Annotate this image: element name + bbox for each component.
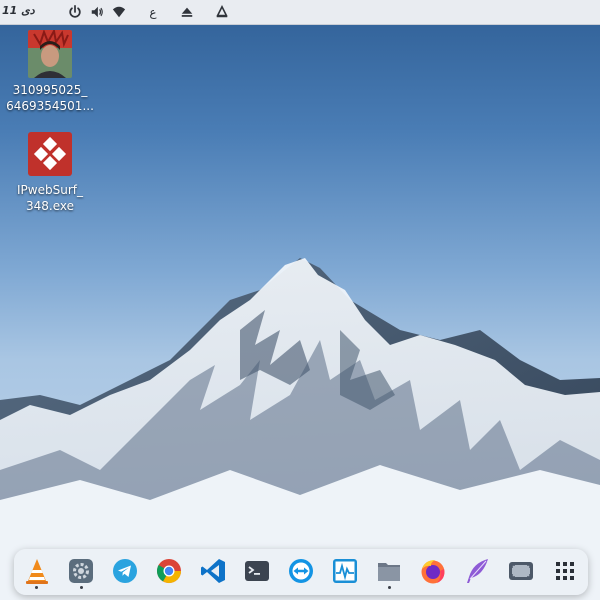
chrome-icon[interactable] <box>155 557 183 585</box>
volume-icon[interactable] <box>89 4 105 20</box>
wifi-icon[interactable] <box>111 4 127 20</box>
settings-icon[interactable] <box>67 557 95 585</box>
dock <box>14 549 588 595</box>
power-icon[interactable] <box>67 4 83 20</box>
desktop-icon-label: IPwebSurf_ 348.exe <box>17 183 83 213</box>
top-panel: 11 دی ع <box>0 0 600 25</box>
files-icon[interactable] <box>375 557 403 585</box>
firefox-icon[interactable] <box>419 557 447 585</box>
vlc-icon[interactable] <box>23 557 51 585</box>
launcher-icon[interactable] <box>214 4 230 20</box>
vscode-icon[interactable] <box>199 557 227 585</box>
keyboard-layout-indicator[interactable]: ع <box>145 4 161 20</box>
eject-icon[interactable] <box>179 4 195 20</box>
desktop-icon-photo[interactable]: 310995025_ 6469354501... <box>2 30 98 114</box>
running-indicator <box>388 586 391 589</box>
telegram-icon[interactable] <box>111 557 139 585</box>
quill-icon[interactable] <box>463 557 491 585</box>
photo-thumbnail <box>28 30 72 78</box>
app-grid-icon[interactable] <box>551 557 579 585</box>
screenshot-icon[interactable] <box>507 557 535 585</box>
running-indicator <box>80 586 83 589</box>
desktop-icon-label: 310995025_ 6469354501... <box>6 83 94 113</box>
clock[interactable]: 11 دی <box>2 4 35 17</box>
desktop-icon-exe[interactable]: IPwebSurf_ 348.exe <box>2 130 98 214</box>
system-monitor-icon[interactable] <box>331 557 359 585</box>
exe-file-icon <box>28 130 72 178</box>
running-indicator <box>35 586 38 589</box>
teamviewer-icon[interactable] <box>287 557 315 585</box>
terminal-icon[interactable] <box>243 557 271 585</box>
